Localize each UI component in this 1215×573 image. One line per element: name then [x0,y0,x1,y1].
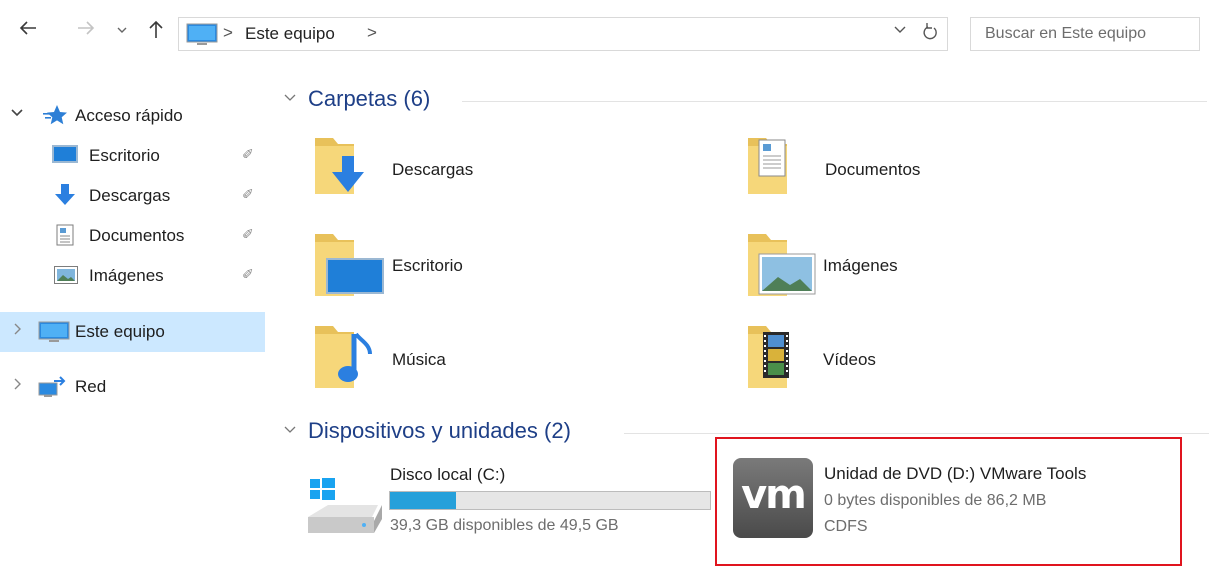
drive-free-space: 0 bytes disponibles de 86,2 MB [824,492,1047,509]
pictures-folder-icon [745,228,821,309]
chevron-down-icon[interactable] [282,421,298,442]
sidebar-item-documentos[interactable]: Documentos ✐ [0,216,265,256]
document-icon [56,224,74,251]
chevron-down-icon[interactable] [282,89,298,110]
folder-item-documentos[interactable]: Documentos [745,132,1165,222]
drive-usage-fill [390,492,456,509]
sidebar-item-label: Imágenes [89,266,164,285]
pictures-icon [54,266,78,289]
download-arrow-icon [54,183,76,212]
group-divider [462,101,1207,102]
sidebar-item-this-pc[interactable]: Este equipo [0,312,265,352]
group-title: Dispositivos y unidades (2) [308,418,571,443]
sidebar-item-label: Acceso rápido [75,106,183,125]
breadcrumb-this-pc[interactable]: Este equipo [245,24,335,44]
drive-filesystem: CDFS [824,518,868,535]
sidebar-item-label: Documentos [89,226,185,245]
chevron-down-icon[interactable] [10,105,24,122]
group-title: Carpetas (6) [308,86,431,111]
refresh-icon [923,23,937,40]
vmware-logo-icon: vm [733,458,813,538]
address-toolbar: > Este equipo > Buscar en Este equipo [0,0,1215,70]
folder-item-descargas[interactable]: Descargas [312,132,732,222]
star-icon [42,103,68,132]
group-header-folders[interactable]: Carpetas (6) [282,86,1212,116]
music-folder-icon [312,320,382,397]
up-button[interactable] [146,18,166,44]
chevron-down-icon [894,26,906,33]
breadcrumb-separator[interactable]: > [223,23,233,43]
pin-icon[interactable]: ✐ [242,266,254,283]
group-divider [624,433,1209,434]
network-icon [38,375,68,404]
folder-item-escritorio[interactable]: Escritorio [312,228,732,318]
drive-item-c[interactable]: Disco local (C:) 39,3 GB disponibles de … [300,455,720,565]
folder-label: Música [392,350,446,369]
arrow-left-icon [19,21,36,35]
folder-label: Imágenes [823,256,898,275]
vmware-logo-text: vm [741,472,807,518]
folder-item-imagenes[interactable]: Imágenes [745,228,1165,318]
chevron-right-icon[interactable] [10,377,24,394]
arrow-up-icon [149,20,163,38]
back-button[interactable] [18,18,38,42]
sidebar-item-network[interactable]: Red [0,367,265,407]
address-bar[interactable]: > Este equipo > [178,17,948,51]
sidebar-item-label: Este equipo [75,322,165,341]
chevron-right-icon[interactable] [10,322,24,339]
documents-folder-icon [745,132,815,207]
folder-item-videos[interactable]: Vídeos [745,320,1165,410]
folder-label: Vídeos [823,350,876,369]
drive-item-d[interactable]: Unidad de DVD (D:) VMware Tools 0 bytes … [822,455,1172,565]
search-input[interactable]: Buscar en Este equipo [970,17,1200,51]
videos-folder-icon [745,320,815,397]
navigation-pane: Acceso rápido Escritorio ✐ Descargas ✐ D… [0,85,265,573]
sidebar-item-escritorio[interactable]: Escritorio ✐ [0,136,265,176]
chevron-down-icon [117,27,127,33]
pin-icon[interactable]: ✐ [242,226,254,243]
downloads-folder-icon [312,132,382,207]
recent-locations-button[interactable] [116,20,128,40]
desktop-icon [52,145,78,170]
arrow-right-icon [78,21,95,35]
windows-drive-icon [304,477,382,546]
sidebar-item-label: Red [75,377,107,396]
pin-icon[interactable]: ✐ [242,146,254,163]
sidebar-item-descargas[interactable]: Descargas ✐ [0,176,265,216]
folder-label: Descargas [392,160,474,179]
sidebar-item-quick-access[interactable]: Acceso rápido [0,96,265,136]
sidebar-item-label: Escritorio [89,146,160,165]
folder-item-musica[interactable]: Música [312,320,732,410]
desktop-folder-icon [312,228,388,309]
drive-usage-bar [389,491,711,510]
search-placeholder: Buscar en Este equipo [985,25,1146,42]
drive-free-space: 39,3 GB disponibles de 49,5 GB [390,517,619,534]
forward-button[interactable] [76,18,96,42]
drive-name: Disco local (C:) [390,465,506,484]
folder-label: Documentos [825,160,921,179]
computer-icon [38,321,70,348]
sidebar-item-imagenes[interactable]: Imágenes ✐ [0,256,265,296]
address-dropdown-button[interactable] [893,22,907,41]
folder-label: Escritorio [392,256,463,275]
drive-name: Unidad de DVD (D:) VMware Tools [824,464,1087,483]
refresh-button[interactable] [921,21,939,48]
computer-icon [185,23,219,52]
sidebar-item-label: Descargas [89,186,171,205]
breadcrumb-separator[interactable]: > [367,23,377,43]
pin-icon[interactable]: ✐ [242,186,254,203]
